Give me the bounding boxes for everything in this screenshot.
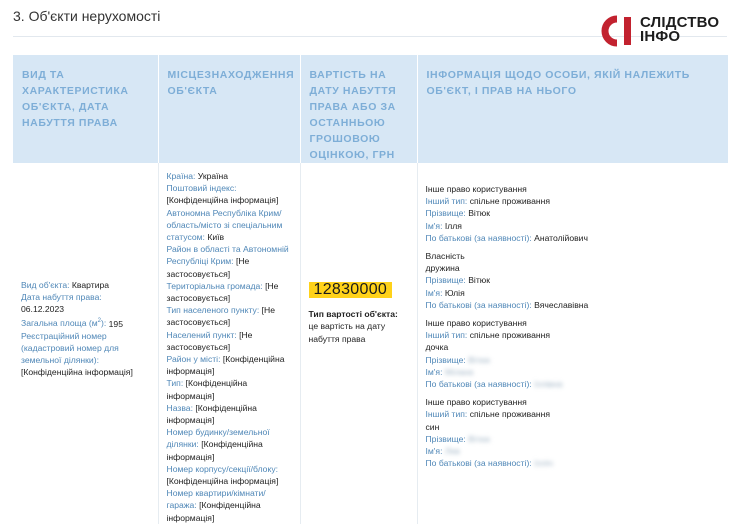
owner2-patronymic-label: По батькові (за наявності):	[425, 299, 532, 310]
owner2-surname-value: Вітюк	[468, 275, 490, 286]
owner4-other-type-value: спільне проживання	[469, 409, 551, 420]
owner3-patronymic-label: По батькові (за наявності):	[425, 379, 532, 390]
column-header-owner: Інформація щодо особи, якій належить об'…	[417, 55, 728, 163]
owner2-name-label: Ім'я:	[425, 287, 443, 298]
object-type-label: Вид об'єкта:	[21, 280, 70, 290]
owner2-relation: дружина	[425, 263, 460, 274]
logo-text-line2: ІНФО	[640, 28, 681, 45]
location-cell: Країна: Україна Поштовий індекс: [Конфід…	[158, 163, 301, 524]
owner1-name-label: Ім'я:	[425, 220, 443, 231]
owner3-surname-value: Вітюк	[468, 354, 490, 365]
acquisition-date-value: 06.12.2023	[21, 304, 65, 315]
loc-settlement-label: Населений пункт:	[166, 329, 237, 340]
owner4-surname-value: Вітюк	[468, 433, 490, 444]
owner4-patronymic-label: По батькові (за наявності):	[425, 458, 532, 469]
owner-cell: Інше право користування Інший тип: спіль…	[417, 163, 728, 524]
owner1-name-value: Ілля	[444, 220, 462, 231]
loc-city-district-label: Район у місті:	[166, 354, 221, 365]
acquisition-date-label: Дата набуття права:	[21, 292, 102, 303]
area-label-suffix: ):	[101, 318, 107, 329]
loc-street-name-label: Назва:	[166, 402, 193, 413]
value-amount: 12830000	[308, 281, 393, 299]
loc-district-label: Район в області та Автономній Республіці…	[166, 244, 289, 267]
owner4-patronymic-value: Ілліч	[534, 458, 553, 469]
owner1-patronymic-value: Анатолійович	[534, 232, 588, 243]
loc-postal-label: Поштовий індекс:	[166, 183, 237, 194]
owner3-surname-label: Прізвище:	[425, 354, 466, 365]
area-label: Загальна площа (м	[21, 318, 98, 329]
owner4-name-value: Лев	[444, 446, 460, 457]
object-cell: Вид об'єкта: Квартира Дата набуття права…	[13, 163, 159, 524]
object-type-value: Квартира	[71, 280, 110, 290]
owner3-other-type-value: спільне проживання	[469, 330, 551, 341]
owner2-patronymic-value: Вячеславівна	[534, 299, 589, 310]
value-type-value: це вартість на дату набуття права	[308, 321, 386, 344]
owner-block-4: Інше право користування Інший тип: спіль…	[426, 396, 721, 469]
owner1-other-type-value: спільне проживання	[469, 196, 551, 207]
value-cell: 12830000 Тип вартості об'єкта: це вартіс…	[300, 163, 418, 524]
section-title: 3. Об'єкти нерухомості	[13, 8, 161, 24]
owner-block-3: Інше право користування Інший тип: спіль…	[426, 317, 721, 390]
loc-settlement-type-label: Тип населеного пункту:	[166, 305, 260, 316]
loc-postal-value: [Конфіденційна інформація]	[166, 195, 279, 206]
owner4-other-type-label: Інший тип:	[425, 409, 468, 420]
owner4-name-label: Ім'я:	[425, 446, 443, 457]
area-value: 195	[108, 318, 123, 329]
loc-block-value: [Конфіденційна інформація]	[166, 476, 279, 487]
column-header-value: Вартість на дату набуття права або за ос…	[300, 55, 418, 163]
real-estate-table: Вид та характеристика об'єкта, дата набу…	[13, 55, 728, 524]
owner2-name-value: Юлія	[444, 287, 465, 298]
cadastre-label: Реєстраційний номер (кадастровий номер д…	[21, 330, 119, 366]
owner1-surname-value: Вітюк	[468, 208, 490, 219]
value-type-label: Тип вартості об'єкта:	[308, 309, 398, 320]
owner4-surname-label: Прізвище:	[425, 433, 466, 444]
owner1-patronymic-label: По батькові (за наявності):	[425, 232, 532, 243]
loc-region-value: Київ	[207, 232, 225, 243]
owner3-name-value: Мілана	[444, 366, 474, 377]
owner3-other-type-label: Інший тип:	[425, 330, 468, 341]
slidstvo-info-logo[interactable]: СЛІДСТВО ІНФО	[600, 15, 730, 49]
owner3-relation: дочка	[425, 342, 449, 353]
cadastre-value: [Конфіденційна інформація]	[21, 367, 133, 378]
logo-mark-icon	[601, 15, 631, 47]
loc-street-type-label: Тип:	[166, 378, 184, 389]
owner4-relation: син	[425, 421, 440, 432]
owner-block-2: Власність дружина Прізвище: Вітюк Ім'я: …	[426, 250, 721, 311]
loc-community-label: Територіальна громада:	[166, 280, 263, 291]
owner2-surname-label: Прізвище:	[425, 275, 466, 286]
loc-country-label: Країна:	[166, 171, 196, 181]
owner-block-1: Інше право користування Інший тип: спіль…	[426, 183, 721, 244]
owner3-patronymic-value: Іллівна	[534, 379, 563, 390]
column-header-object-type: Вид та характеристика об'єкта, дата набу…	[13, 55, 159, 163]
loc-block-label: Номер корпусу/секції/блоку:	[166, 463, 279, 474]
owner4-rights: Інше право користування	[425, 397, 527, 408]
column-header-location: Місцезнаходження об'єкта	[158, 55, 301, 163]
owner3-name-label: Ім'я:	[425, 366, 443, 377]
owner3-rights: Інше право користування	[425, 318, 527, 329]
owner1-other-type-label: Інший тип:	[425, 196, 468, 207]
owner1-surname-label: Прізвище:	[425, 208, 466, 219]
owner1-rights: Інше право користування	[425, 184, 527, 194]
loc-region-label: Автономна Республіка Крим/ область/місто…	[166, 207, 283, 243]
table-row: Вид об'єкта: Квартира Дата набуття права…	[13, 163, 728, 524]
owner2-rights: Власність	[425, 251, 465, 262]
loc-country-value: Україна	[197, 171, 229, 181]
